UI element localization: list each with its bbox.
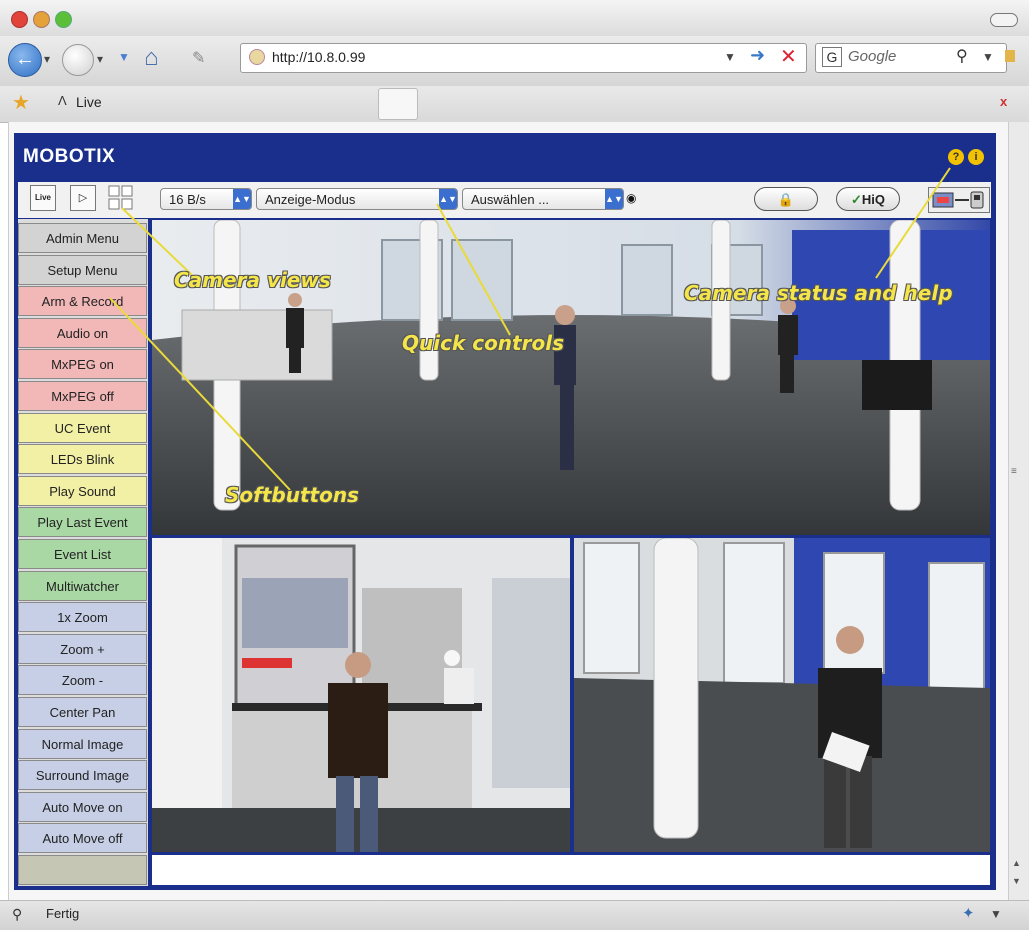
url-dropdown-icon[interactable]: ▼ [724,50,736,64]
softbutton-auto-move-on[interactable]: Auto Move on [18,792,147,822]
play-icon[interactable]: ▷ [70,185,96,211]
softbutton-multiwatcher[interactable]: Multiwatcher [18,571,147,601]
zoom-dropdown-icon[interactable]: ▼ [990,907,1002,921]
search-input[interactable] [815,43,1007,73]
star-icon[interactable]: ★ [12,90,30,115]
zoom-window-button[interactable] [55,11,72,28]
chevron-down-icon: ▲▼ [439,189,457,209]
bookmark-tool-icon[interactable]: ✎ [192,48,205,68]
frame-rate-select[interactable]: 16 B/s ▲▼ [160,188,252,210]
annotation-quick-controls: Quick controls [402,331,564,355]
softbutton-admin-menu[interactable]: Admin Menu [18,223,147,253]
softbutton-audio-on[interactable]: Audio on [18,318,147,348]
pc-icon[interactable] [928,187,990,213]
grid-icon[interactable] [108,185,134,211]
toolbar-toggle-button[interactable] [990,13,1018,27]
extension-icon[interactable] [1005,50,1015,62]
select-action-value: Auswählen ... [471,192,550,207]
forward-history-icon[interactable]: ▾ [97,52,103,66]
chevron-down-icon: ▲▼ [605,189,623,209]
display-mode-select[interactable]: Anzeige-Modus ▲▼ [256,188,458,210]
scroll-down-icon[interactable]: ▼ [1012,876,1021,886]
site-favicon-icon [249,49,265,65]
softbutton-1x-zoom[interactable]: 1x Zoom [18,602,147,632]
history-icon[interactable]: ▼ [118,50,130,64]
live-view-icon[interactable]: Live [30,185,56,211]
softbutton-zoom[interactable]: Zoom - [18,665,147,695]
back-arrow-icon[interactable]: ← [8,43,42,77]
search-engine-dropdown-icon[interactable]: ▼ [982,50,994,64]
annotation-camera-status: Camera status and help [684,281,953,305]
close-window-button[interactable] [11,11,28,28]
help-icon[interactable]: ? [948,149,964,165]
softbutton-play-last-event[interactable]: Play Last Event [18,507,147,537]
display-mode-value: Anzeige-Modus [265,192,356,207]
softbutton-arm-record[interactable]: Arm & Record [18,286,147,316]
softbutton-center-pan[interactable]: Center Pan [18,697,147,727]
softbutton-uc-event[interactable]: UC Event [18,413,147,443]
stop-icon[interactable]: ✕ [780,44,797,69]
zoom-icon[interactable]: ✦ [962,904,975,922]
go-arrow-icon[interactable]: ➜ [750,45,765,66]
home-icon[interactable]: ⌂ [144,44,159,72]
frame-rate-value: 16 B/s [169,192,206,207]
softbutton-auto-move-off[interactable]: Auto Move off [18,823,147,853]
status-softbutton[interactable] [18,855,147,885]
annotation-softbuttons: Softbuttons [225,483,359,507]
back-history-icon[interactable]: ▾ [44,52,50,66]
scrollbar-grip-icon[interactable]: ≡ [1011,466,1017,477]
status-search-icon: ⚲ [12,906,23,922]
google-logo-icon: G [822,47,842,67]
check-icon: ✓ [850,192,862,207]
softbutton-leds-blink[interactable]: LEDs Blink [18,444,147,474]
search-icon[interactable]: ⚲ [956,46,968,66]
new-tab-button[interactable] [378,88,418,120]
scroll-up-icon[interactable]: ▲ [1012,858,1021,868]
brand-logo: MOBOTIX [23,146,116,167]
close-tab-icon[interactable]: x [1000,94,1007,109]
status-text: Fertig [46,906,80,921]
camera-view-left[interactable] [152,538,570,852]
hiq-label: HiQ [861,192,886,207]
annotation-camera-views: Camera views [174,268,331,292]
forward-button[interactable] [62,44,94,76]
softbutton-normal-image[interactable]: Normal Image [18,729,147,759]
softbutton-mxpeg-off[interactable]: MxPEG off [18,381,147,411]
tab-live[interactable]: Live [76,94,102,110]
url-text[interactable]: http://10.8.0.99 [272,49,365,65]
softbutton-mxpeg-on[interactable]: MxPEG on [18,349,147,379]
info-icon[interactable]: i [968,149,984,165]
minimize-window-button[interactable] [33,11,50,28]
tab-favicon-icon: Λ [58,93,67,108]
softbutton-play-sound[interactable]: Play Sound [18,476,147,506]
softbutton-zoom[interactable]: Zoom + [18,634,147,664]
select-action[interactable]: Auswählen ... ▲▼ [462,188,624,210]
tab-bar [0,86,1029,123]
search-placeholder: Google [848,48,897,65]
window-titlebar [0,0,1029,36]
status-bar [0,900,1029,930]
hiq-button[interactable]: ✓HiQ [836,187,900,211]
video-footer [152,855,990,885]
softbutton-event-list[interactable]: Event List [18,539,147,569]
lock-icon[interactable]: 🔒 [754,187,818,211]
chevron-down-icon: ▲▼ [233,189,251,209]
camera-view-right[interactable] [574,538,990,852]
set-icon[interactable]: ◉ [626,191,636,205]
softbutton-setup-menu[interactable]: Setup Menu [18,255,147,285]
softbutton-surround-image[interactable]: Surround Image [18,760,147,790]
vertical-scrollbar[interactable] [1008,122,1029,900]
